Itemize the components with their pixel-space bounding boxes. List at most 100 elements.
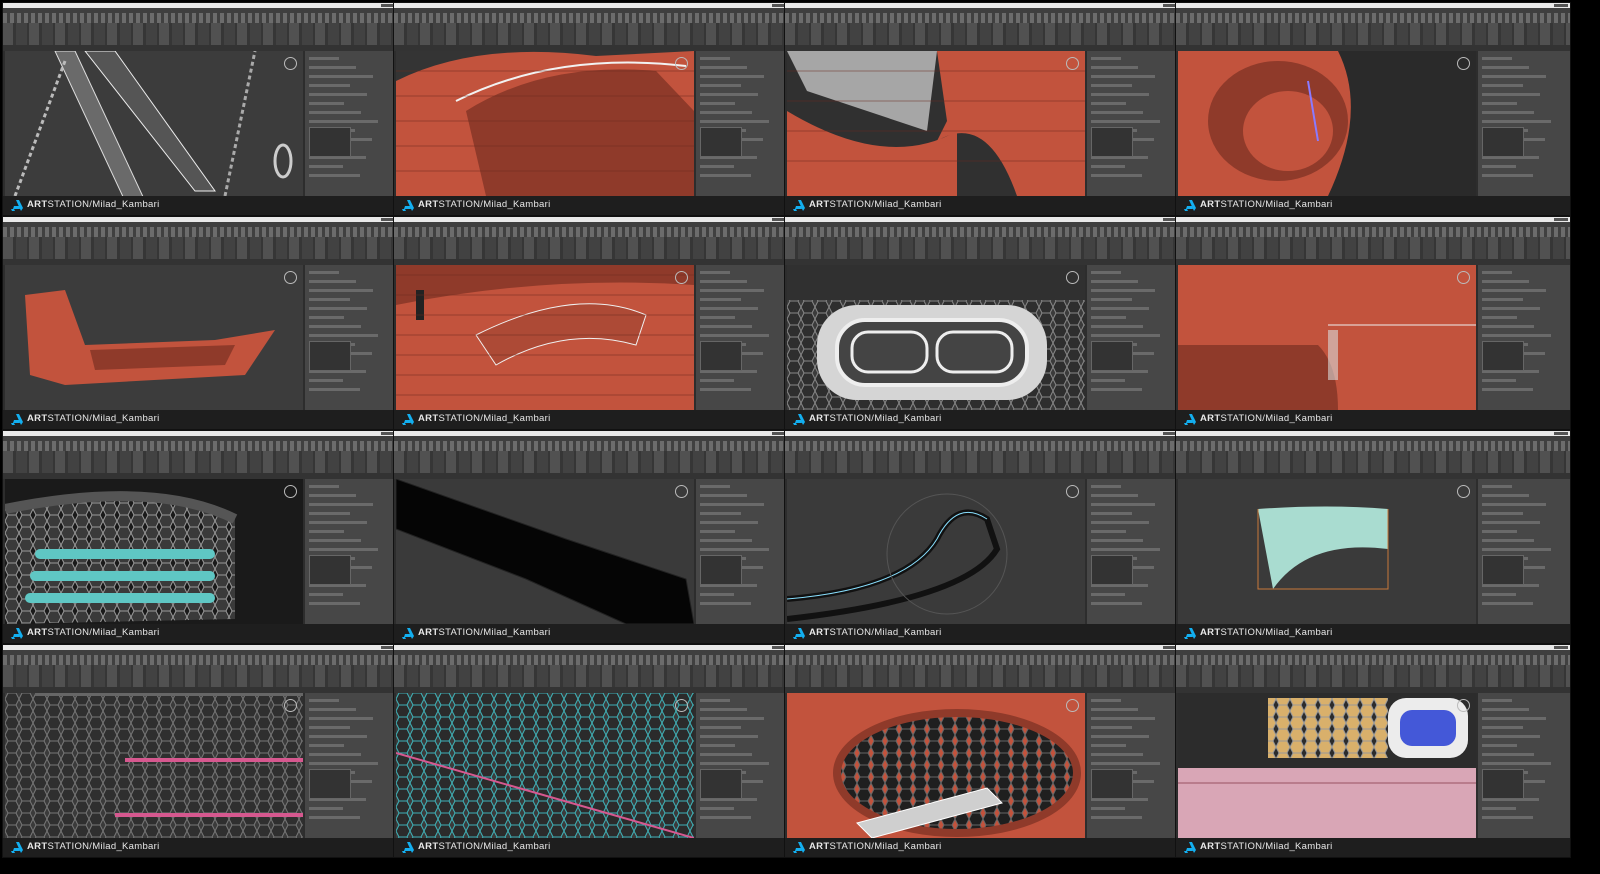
- panel-row[interactable]: [1482, 807, 1516, 810]
- viewcube-icon[interactable]: [675, 271, 688, 284]
- panel-row[interactable]: [309, 726, 350, 729]
- panel-row[interactable]: [309, 379, 343, 382]
- panel-row[interactable]: [1482, 102, 1517, 105]
- panel-row[interactable]: [1482, 280, 1529, 283]
- panel-row[interactable]: [309, 807, 343, 810]
- panel-row[interactable]: [309, 762, 378, 765]
- panel-row[interactable]: [1482, 717, 1546, 720]
- panel-row[interactable]: [309, 494, 356, 497]
- panel-row[interactable]: [1482, 316, 1517, 319]
- panel-row[interactable]: [309, 174, 360, 177]
- panel-row[interactable]: [1482, 735, 1540, 738]
- panel-row[interactable]: [1482, 726, 1523, 729]
- modifier-stack[interactable]: [309, 769, 351, 799]
- main-toolbar[interactable]: [1176, 441, 1570, 451]
- panel-row[interactable]: [700, 57, 730, 60]
- panel-row[interactable]: [700, 503, 764, 506]
- modeling-ribbon[interactable]: [394, 451, 788, 473]
- panel-row[interactable]: [1091, 530, 1126, 533]
- panel-row[interactable]: [1482, 494, 1529, 497]
- panel-row[interactable]: [1091, 807, 1125, 810]
- modifier-stack[interactable]: [1482, 127, 1524, 157]
- panel-row[interactable]: [309, 165, 343, 168]
- panel-row[interactable]: [700, 494, 747, 497]
- modifier-stack[interactable]: [1091, 555, 1133, 585]
- viewport[interactable]: [787, 693, 1085, 838]
- main-toolbar[interactable]: [3, 655, 397, 665]
- panel-row[interactable]: [1091, 84, 1132, 87]
- panel-row[interactable]: [1482, 485, 1512, 488]
- viewport[interactable]: [5, 51, 303, 196]
- panel-row[interactable]: [1482, 753, 1534, 756]
- panel-row[interactable]: [1091, 744, 1126, 747]
- panel-row[interactable]: [1482, 521, 1540, 524]
- viewcube-icon[interactable]: [284, 485, 297, 498]
- modifier-stack[interactable]: [309, 555, 351, 585]
- main-toolbar[interactable]: [394, 655, 788, 665]
- panel-row[interactable]: [309, 530, 344, 533]
- panel-row[interactable]: [700, 593, 734, 596]
- panel-row[interactable]: [309, 753, 361, 756]
- viewport[interactable]: [396, 693, 694, 838]
- modeling-ribbon[interactable]: [3, 237, 397, 259]
- panel-row[interactable]: [309, 307, 367, 310]
- modeling-ribbon[interactable]: [1176, 237, 1570, 259]
- main-toolbar[interactable]: [3, 441, 397, 451]
- main-toolbar[interactable]: [785, 227, 1179, 237]
- panel-row[interactable]: [700, 602, 751, 605]
- panel-row[interactable]: [700, 807, 734, 810]
- viewport[interactable]: [5, 265, 303, 410]
- panel-row[interactable]: [309, 388, 360, 391]
- panel-row[interactable]: [700, 699, 730, 702]
- panel-row[interactable]: [1482, 388, 1533, 391]
- panel-row[interactable]: [1091, 388, 1142, 391]
- viewcube-icon[interactable]: [1066, 699, 1079, 712]
- window-controls[interactable]: [1554, 4, 1568, 7]
- panel-row[interactable]: [1482, 289, 1546, 292]
- modeling-ribbon[interactable]: [1176, 665, 1570, 687]
- panel-row[interactable]: [309, 717, 373, 720]
- panel-row[interactable]: [309, 708, 356, 711]
- panel-row[interactable]: [700, 735, 758, 738]
- main-toolbar[interactable]: [1176, 227, 1570, 237]
- modeling-ribbon[interactable]: [394, 665, 788, 687]
- main-toolbar[interactable]: [3, 227, 397, 237]
- panel-row[interactable]: [1091, 289, 1155, 292]
- modeling-ribbon[interactable]: [1176, 23, 1570, 45]
- panel-row[interactable]: [309, 512, 350, 515]
- viewcube-icon[interactable]: [1066, 57, 1079, 70]
- viewcube-icon[interactable]: [1457, 57, 1470, 70]
- modeling-ribbon[interactable]: [785, 237, 1179, 259]
- panel-row[interactable]: [700, 753, 752, 756]
- modifier-stack[interactable]: [700, 555, 742, 585]
- panel-row[interactable]: [1482, 298, 1523, 301]
- panel-row[interactable]: [309, 485, 339, 488]
- modifier-stack[interactable]: [700, 127, 742, 157]
- panel-row[interactable]: [1091, 602, 1142, 605]
- panel-row[interactable]: [1482, 174, 1533, 177]
- modifier-stack[interactable]: [700, 341, 742, 371]
- panel-row[interactable]: [309, 120, 378, 123]
- panel-row[interactable]: [1482, 602, 1533, 605]
- panel-row[interactable]: [309, 548, 378, 551]
- panel-row[interactable]: [1482, 512, 1523, 515]
- main-toolbar[interactable]: [785, 13, 1179, 23]
- panel-row[interactable]: [700, 512, 741, 515]
- main-toolbar[interactable]: [394, 13, 788, 23]
- panel-row[interactable]: [309, 325, 361, 328]
- panel-row[interactable]: [700, 174, 751, 177]
- panel-row[interactable]: [1091, 271, 1121, 274]
- panel-row[interactable]: [1482, 708, 1529, 711]
- panel-row[interactable]: [1091, 503, 1155, 506]
- panel-row[interactable]: [309, 334, 378, 337]
- panel-row[interactable]: [309, 93, 367, 96]
- panel-row[interactable]: [1482, 66, 1529, 69]
- panel-row[interactable]: [1091, 93, 1149, 96]
- panel-row[interactable]: [700, 280, 747, 283]
- panel-row[interactable]: [309, 102, 344, 105]
- panel-row[interactable]: [1091, 120, 1160, 123]
- panel-row[interactable]: [700, 111, 752, 114]
- panel-row[interactable]: [700, 325, 752, 328]
- panel-row[interactable]: [1091, 102, 1126, 105]
- panel-row[interactable]: [1482, 762, 1551, 765]
